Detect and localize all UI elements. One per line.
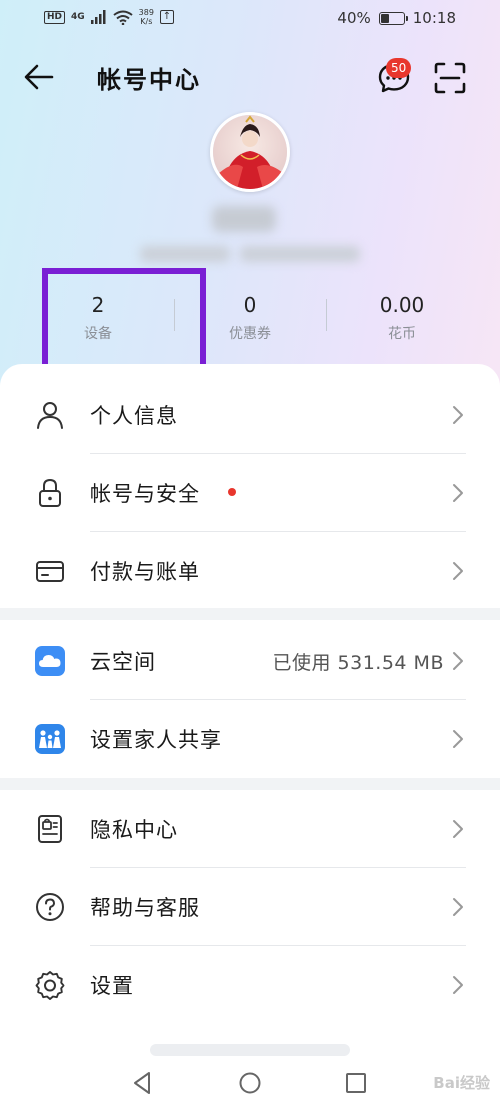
network-type: 4G: [71, 12, 85, 22]
message-badge: 50: [386, 58, 412, 78]
upload-icon: ↑: [159, 10, 174, 24]
menu-item-label: 个人信息: [90, 404, 178, 428]
chevron-right-icon: [453, 652, 463, 670]
menu-item-privacy-center[interactable]: 隐私中心: [0, 790, 500, 868]
gear-icon: [35, 971, 65, 1000]
battery-icon: [378, 11, 408, 25]
watermark: Bai经验: [433, 1074, 490, 1092]
stat-label: 花币: [388, 326, 416, 342]
hd-indicator: HD: [44, 10, 66, 24]
account-info-blurred: [240, 246, 360, 262]
cloud-card: 云空间 已使用 531.54 MB 设置家人共享: [0, 620, 500, 778]
menu-item-label: 隐私中心: [90, 818, 178, 842]
app-header: 帐号中心 50: [0, 50, 500, 102]
menu-item-label: 帐号与安全: [90, 482, 200, 506]
bottom-handle: [150, 1044, 350, 1056]
system-nav-bar: [0, 1056, 500, 1111]
lock-icon: [39, 478, 61, 507]
wifi-icon: [113, 10, 133, 25]
help-icon: [36, 893, 64, 921]
avatar-image: [213, 115, 287, 189]
cloud-icon: [35, 646, 65, 676]
account-id-blurred: [140, 246, 230, 262]
privacy-icon: [38, 815, 62, 843]
menu-item-label: 设置家人共享: [90, 728, 222, 752]
avatar[interactable]: [210, 112, 290, 192]
nav-home-icon[interactable]: [235, 1068, 265, 1098]
stat-value: 0.00: [379, 293, 425, 317]
card-icon: [36, 561, 64, 582]
signal-icon: [90, 10, 106, 24]
username-blurred: [212, 206, 276, 232]
notification-dot: [228, 488, 236, 496]
cloud-usage-value: 已使用 531.54 MB: [272, 652, 444, 674]
menu-item-account-security[interactable]: 帐号与安全: [0, 454, 500, 532]
menu-item-family-sharing[interactable]: 设置家人共享: [0, 700, 500, 778]
chevron-right-icon: [453, 730, 463, 748]
menu-item-help-service[interactable]: 帮助与客服: [0, 868, 500, 946]
page-title: 帐号中心: [97, 66, 201, 94]
chevron-right-icon: [453, 484, 463, 502]
battery-percent: 40%: [337, 9, 371, 27]
chevron-right-icon: [453, 898, 463, 916]
network-speed: 389 K/s: [138, 8, 154, 26]
menu-item-label: 付款与账单: [90, 560, 200, 584]
nav-recents-icon[interactable]: [341, 1068, 371, 1098]
menu-item-cloud-space[interactable]: 云空间 已使用 531.54 MB: [0, 622, 500, 700]
chevron-right-icon: [453, 562, 463, 580]
chevron-right-icon: [453, 820, 463, 838]
status-bar: HD 4G 389 K/s ↑ 40% 10:18: [0, 0, 500, 38]
back-arrow-icon[interactable]: [22, 60, 56, 94]
menu-item-personal-info[interactable]: 个人信息: [0, 376, 500, 454]
scan-icon[interactable]: [432, 60, 468, 96]
menu-item-label: 云空间: [90, 650, 156, 674]
chevron-right-icon: [453, 976, 463, 994]
family-icon: [35, 724, 65, 754]
menu-item-settings[interactable]: 设置: [0, 946, 500, 1024]
nav-back-icon[interactable]: [128, 1068, 158, 1098]
menu-item-label: 设置: [90, 974, 134, 998]
chevron-right-icon: [453, 406, 463, 424]
menu-item-payment-billing[interactable]: 付款与账单: [0, 532, 500, 610]
account-settings-card: 个人信息 帐号与安全 付款与账单: [0, 364, 500, 608]
stat-huawei-coins[interactable]: 0.00 花币: [326, 285, 478, 355]
menu-item-label: 帮助与客服: [90, 896, 200, 920]
person-icon: [37, 402, 63, 429]
clock: 10:18: [412, 9, 456, 27]
